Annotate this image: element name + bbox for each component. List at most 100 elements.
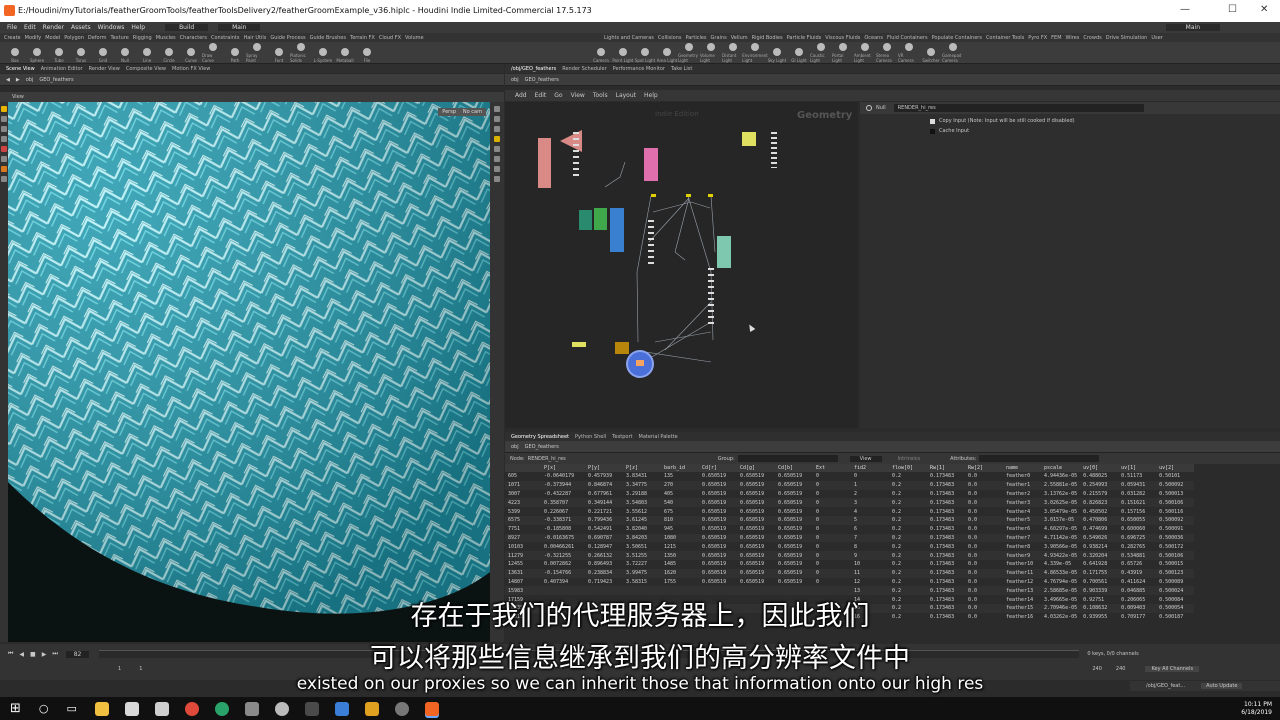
net-menu-go[interactable]: Go (554, 92, 562, 99)
shelf-tool-caustic-light[interactable]: Caustic Light (810, 42, 832, 63)
node[interactable] (686, 194, 691, 197)
file-explorer-icon[interactable] (94, 701, 109, 716)
path-obj[interactable]: obj (26, 77, 34, 83)
pose-tool-icon[interactable] (1, 156, 7, 162)
node[interactable] (651, 194, 656, 197)
shelf-tab-collisions[interactable]: Collisions (658, 35, 682, 41)
net-menu-layout[interactable]: Layout (616, 92, 636, 99)
shelf-tool-portal-light[interactable]: Portal Light (832, 42, 854, 63)
shelf-tool-camera[interactable]: Camera (590, 43, 612, 63)
move-tool-icon[interactable] (1, 116, 7, 122)
network-box[interactable] (594, 208, 607, 230)
shelf-tab-oceans[interactable]: Oceans (864, 35, 883, 41)
shelf-tab-crowds[interactable]: Crowds (1083, 35, 1101, 41)
shelf-tool-gamepad-camera[interactable]: Gamepad Camera (942, 42, 964, 63)
menu-file[interactable]: File (7, 24, 17, 31)
network-box[interactable] (742, 132, 756, 146)
user-desktop-select[interactable]: Main (1165, 24, 1220, 31)
column-header[interactable]: pscale (1041, 464, 1081, 472)
shelf-tab-fem[interactable]: FEM (1051, 35, 1061, 41)
shelf-tab-model[interactable]: Model (45, 35, 60, 41)
tab-composite-view[interactable]: Composite View (126, 66, 166, 72)
forward-arrow-icon[interactable]: ▶ (16, 77, 20, 83)
net-menu-add[interactable]: Add (515, 92, 527, 99)
shelf-tab-fluid-containers[interactable]: Fluid Containers (887, 35, 928, 41)
table-row[interactable]: 11279 -0.321255 0.266132 3.51255 1350 0.65051… (505, 551, 1195, 560)
column-header[interactable]: Ext (813, 464, 851, 472)
shelf-tool-ambient-light[interactable]: Ambient Light (854, 42, 876, 63)
camera-badge[interactable]: No cam (458, 108, 486, 116)
shelf-tab-grains[interactable]: Grains (711, 35, 727, 41)
persp-badge[interactable]: Persp (438, 108, 460, 116)
app-blue-icon[interactable] (334, 701, 349, 716)
tab-textport[interactable]: Textport (612, 434, 632, 440)
shelf-tab-guide-process[interactable]: Guide Process (270, 35, 305, 41)
task-view-icon[interactable]: ▭ (67, 702, 77, 715)
net-path-obj[interactable]: obj (511, 77, 519, 83)
tab-python-shell[interactable]: Python Shell (575, 434, 606, 440)
shelf-tool-null[interactable]: Null (114, 43, 136, 63)
table-row[interactable]: 8927 -0.0163675 0.690787 3.84203 1080 0.65051… (505, 533, 1195, 543)
shelf-tool-metaball[interactable]: Metaball (334, 43, 356, 63)
shading-icon[interactable] (494, 126, 500, 132)
param-cache-input[interactable]: Cache Input (930, 128, 1280, 134)
param-node-name[interactable]: RENDER_hi_res (893, 104, 1144, 112)
table-row[interactable]: 6575 -0.338371 0.799436 3.61245 810 0.650519 0… (505, 515, 1195, 525)
net-menu-view[interactable]: View (571, 92, 585, 99)
shelf-tab-guide-brushes[interactable]: Guide Brushes (310, 35, 346, 41)
back-arrow-icon[interactable]: ◀ (6, 77, 10, 83)
normals-icon[interactable] (494, 166, 500, 172)
shelf-tool-spot-light[interactable]: Spot Light (634, 43, 656, 63)
view-select[interactable]: View (849, 455, 882, 462)
net-menu-tools[interactable]: Tools (593, 92, 608, 99)
snap-tool-icon[interactable] (1, 166, 7, 172)
mail-icon[interactable] (154, 701, 169, 716)
app-gray-icon[interactable] (244, 701, 259, 716)
wireframe-icon[interactable] (494, 146, 500, 152)
app-dark-icon[interactable] (304, 701, 319, 716)
store-icon[interactable] (124, 701, 139, 716)
shelf-tool-vr-camera[interactable]: VR Camera (898, 42, 920, 63)
column-header[interactable]: uv[1] (1118, 464, 1157, 472)
shelf-tool-area-light[interactable]: Area Light (656, 43, 678, 63)
shelf-tool-volume-light[interactable]: Volume Light (700, 42, 722, 63)
shelf-tab-drive-simulation[interactable]: Drive Simulation (1106, 35, 1148, 41)
column-header[interactable]: Cd[b] (775, 464, 813, 472)
maximize-button[interactable]: ☐ (1228, 4, 1237, 15)
chrome-icon[interactable] (184, 701, 199, 716)
select-tool-icon[interactable] (1, 106, 7, 112)
net-menu-edit[interactable]: Edit (535, 92, 547, 99)
column-header[interactable]: P[z] (623, 464, 661, 472)
houdini-taskbar-icon[interactable] (424, 701, 439, 716)
shelf-tool-box[interactable]: Box (4, 43, 26, 63)
column-header[interactable]: Rw[1] (927, 464, 965, 472)
tab-animation-editor[interactable]: Animation Editor (41, 66, 83, 72)
network-editor[interactable]: Indie Edition Geometry (505, 102, 858, 428)
column-header[interactable]: uv[2] (1156, 464, 1195, 472)
shelf-tab-muscles[interactable]: Muscles (156, 35, 176, 41)
network-box[interactable] (538, 138, 551, 188)
tab-render-scheduler[interactable]: Render Scheduler (562, 66, 606, 72)
close-button[interactable]: ✕ (1260, 4, 1268, 15)
shelf-tab-create[interactable]: Create (4, 35, 21, 41)
app-camera-icon[interactable] (394, 701, 409, 716)
ghost-icon[interactable] (494, 136, 500, 142)
column-header[interactable]: Cd[g] (737, 464, 775, 472)
table-row[interactable]: 14807 0.407394 0.719423 3.58315 1755 0.650519… (505, 578, 1194, 587)
grid-icon[interactable] (494, 176, 500, 182)
param-copy-input[interactable]: Copy Input (Note: Input will be still co… (930, 118, 1280, 124)
tab-take-list[interactable]: Take List (671, 66, 692, 72)
handle-tool-icon[interactable] (1, 146, 7, 152)
column-header[interactable]: flow[0] (889, 464, 927, 472)
scale-tool-icon[interactable] (1, 136, 7, 142)
points-icon[interactable] (494, 156, 500, 162)
rotate-tool-icon[interactable] (1, 126, 7, 132)
net-menu-help[interactable]: Help (644, 92, 658, 99)
intrinsics-toggle[interactable]: Intrinsics (898, 456, 921, 462)
lighting-icon[interactable] (494, 116, 500, 122)
network-box[interactable] (644, 148, 658, 181)
tab-performance-monitor[interactable]: Performance Monitor (613, 66, 665, 72)
shelf-tool-sphere[interactable]: Sphere (26, 43, 48, 63)
network-box[interactable] (615, 342, 629, 354)
shelf-tool-geometry-light[interactable]: Geometry Light (678, 42, 700, 63)
